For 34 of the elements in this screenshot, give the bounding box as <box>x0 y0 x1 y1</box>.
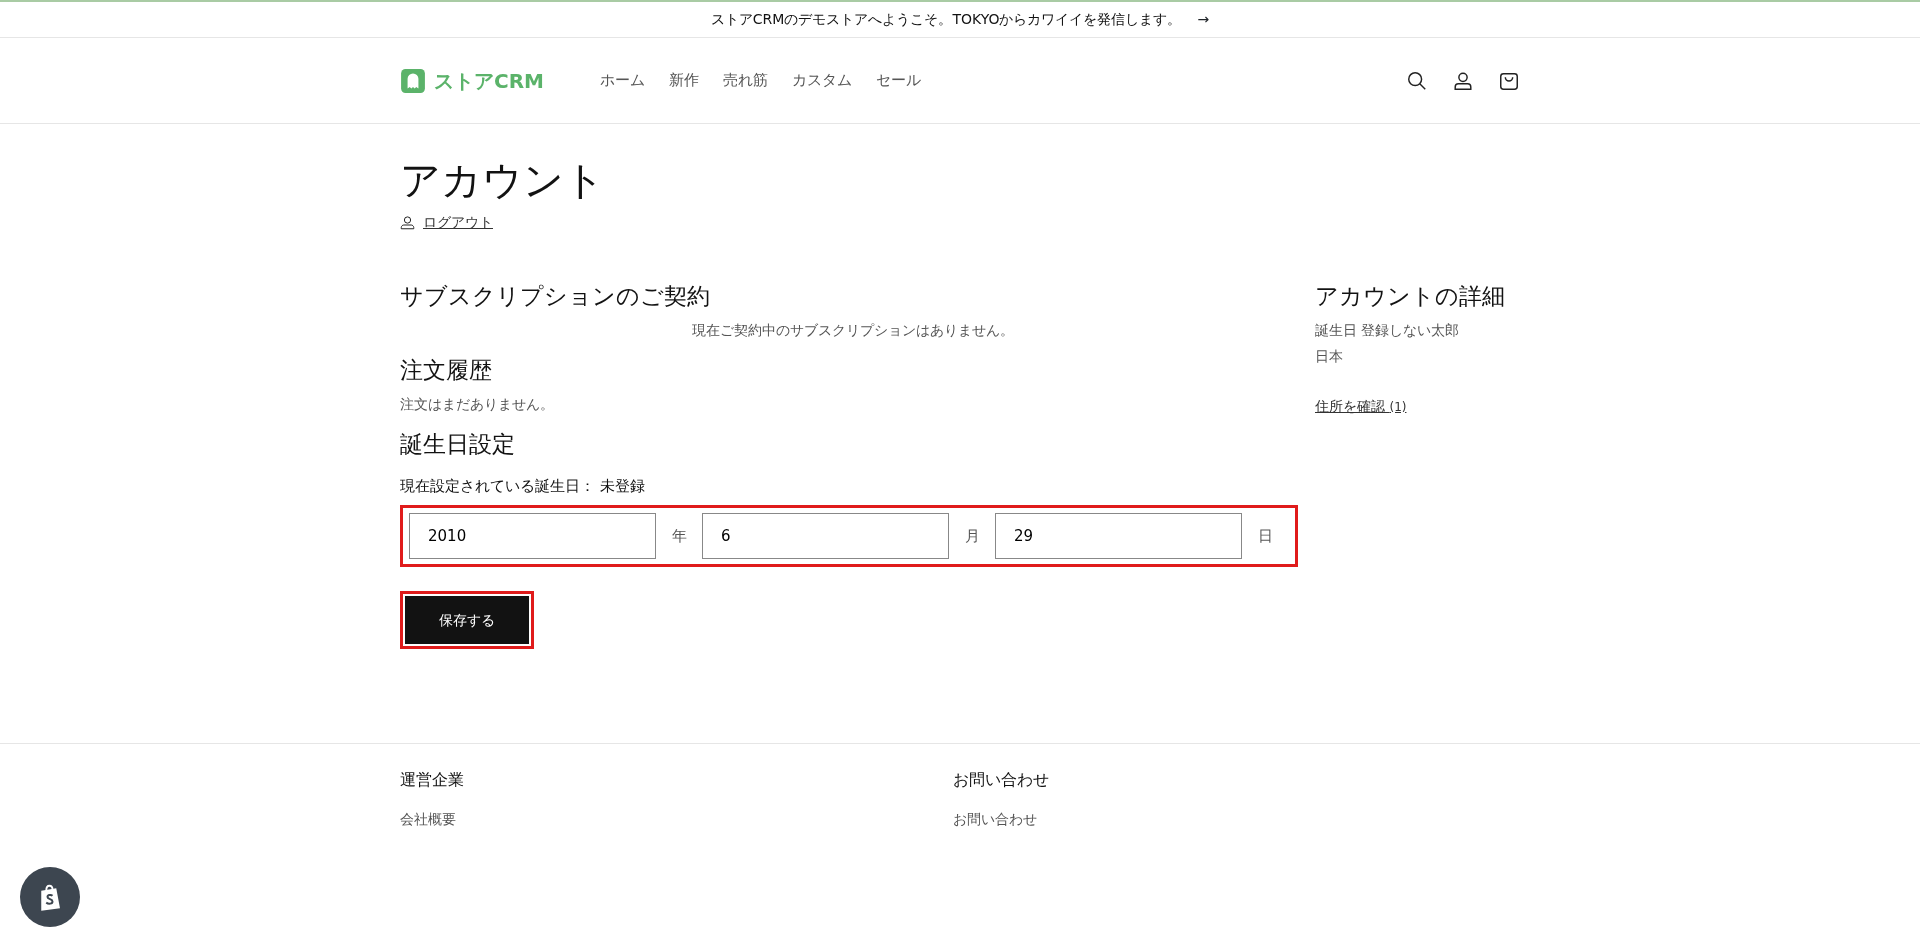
announcement-text: ストアCRMのデモストアへようこそ。TOKYOからカワイイを発信します。 <box>710 10 1182 29</box>
logout-link[interactable]: ログアウト <box>423 212 493 233</box>
announcement-arrow-link[interactable]: → <box>1197 9 1210 30</box>
detail-text: 日本 <box>1315 348 1343 365</box>
footer-heading: 運営企業 <box>400 769 465 792</box>
shop-badge[interactable] <box>20 867 80 927</box>
addresses-link[interactable]: 住所を確認 (1) <box>1315 395 1407 417</box>
save-button[interactable]: 保存する <box>405 596 529 645</box>
section-heading: 注文履歴 <box>400 357 493 385</box>
date-input-field[interactable]: 2010 <box>409 513 656 560</box>
search-icon[interactable] <box>1406 69 1428 92</box>
section-heading: アカウントの詳細 <box>1315 283 1505 311</box>
footer-heading: お問い合わせ <box>953 769 1050 792</box>
empty-message: 注文はまだありません。 <box>400 395 554 412</box>
page-title: アカウント <box>400 156 606 204</box>
birthday-status-text: 現在設定されている誕生日： 未登録 <box>400 476 645 495</box>
nav-link[interactable]: 売れ筋 <box>723 69 768 92</box>
nav-link[interactable]: セール <box>876 69 921 92</box>
nav-link[interactable]: ホーム <box>600 69 645 92</box>
nav-link[interactable]: カスタム <box>792 69 852 92</box>
person-icon <box>400 215 415 230</box>
section-heading: 誕生日設定 <box>400 431 516 459</box>
date-input-field[interactable]: 29 <box>995 513 1242 560</box>
section-heading: サブスクリプションのご契約 <box>400 283 711 311</box>
ghost-logo-icon <box>400 67 426 94</box>
nav-link[interactable]: 新作 <box>669 69 699 92</box>
date-input-field[interactable]: 6 <box>702 513 949 560</box>
detail-text: 誕生日 登録しない太郎 <box>1315 321 1460 338</box>
footer-link[interactable]: お問い合わせ <box>953 811 1037 828</box>
unit-label: 年 <box>670 526 688 548</box>
unit-label: 日 <box>1256 526 1274 548</box>
unit-label: 月 <box>963 526 981 548</box>
footer-link[interactable]: 会社概要 <box>400 811 456 828</box>
empty-message: 現在ご契約中のサブスクリプションはありません。 <box>691 321 1014 338</box>
